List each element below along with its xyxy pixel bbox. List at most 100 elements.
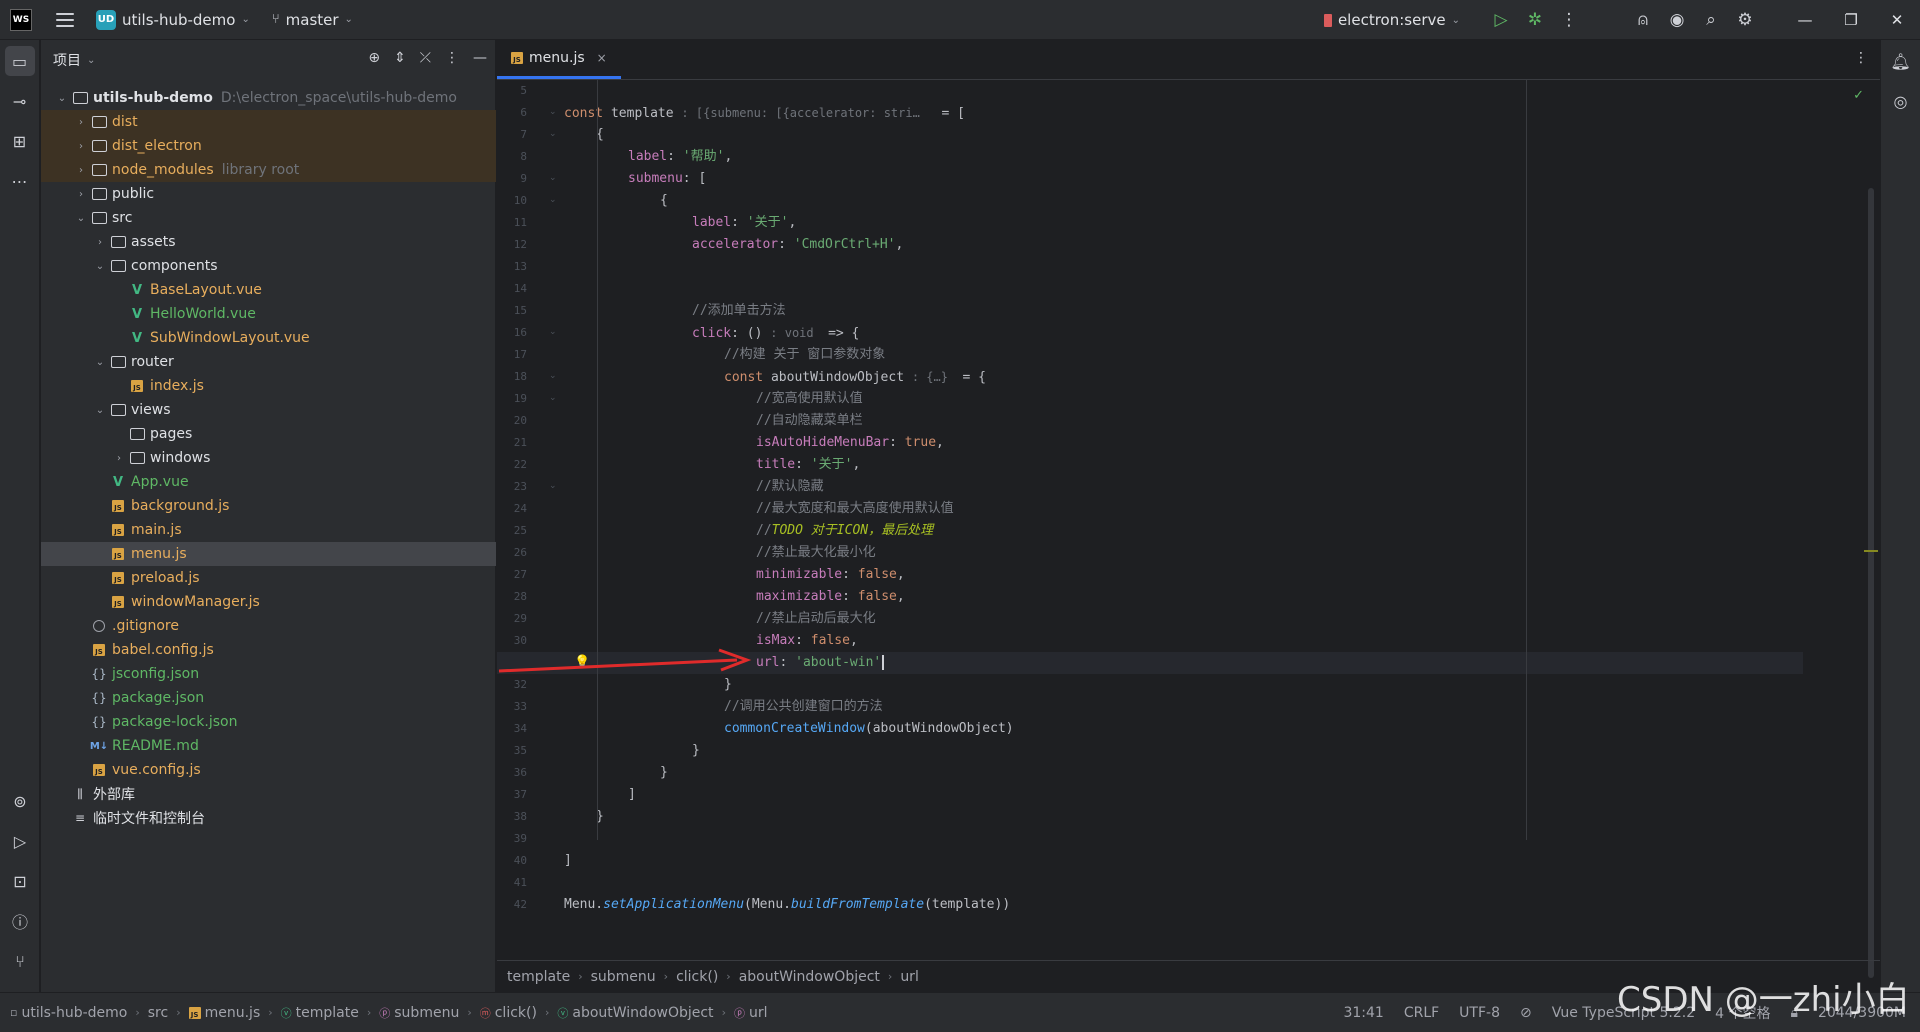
ai-chat-icon[interactable]: ◎ <box>1886 86 1916 116</box>
code-line[interactable]: //调用公共创建窗口的方法 <box>564 696 883 718</box>
fold-icon[interactable]: ⌄ <box>549 107 557 117</box>
project-tool-icon[interactable]: ▭ <box>4 46 35 76</box>
fold-icon[interactable]: ⌄ <box>549 195 557 205</box>
code-line[interactable]: //默认隐藏 <box>564 476 824 498</box>
breadcrumb-item[interactable]: aboutWindowObject <box>739 969 880 985</box>
code-line[interactable]: //TODO 对于ICON，最后处理 <box>564 520 933 542</box>
chevron-down-icon[interactable]: ⌄ <box>93 261 107 272</box>
git-tool-icon[interactable]: ⑂ <box>5 946 35 976</box>
more-tools-icon[interactable]: ⋯ <box>5 166 35 196</box>
code-line[interactable]: { <box>564 190 668 212</box>
restore-button[interactable]: ❐ <box>1828 11 1874 29</box>
breadcrumb-item[interactable]: template <box>507 969 570 985</box>
readonly-toggle-icon[interactable]: ⊘ <box>1520 1005 1532 1021</box>
hide-panel-icon[interactable]: — <box>473 50 487 66</box>
more-actions-icon[interactable]: ⋮ <box>1552 10 1586 30</box>
code-line[interactable]: isAutoHideMenuBar: true, <box>564 432 944 454</box>
tree-item[interactable]: JS index.js <box>41 374 496 398</box>
code-line[interactable]: label: '帮助', <box>564 146 732 168</box>
tree-root[interactable]: ⌄ utils-hub-demo D:\electron_space\utils… <box>41 86 496 110</box>
services-tool-icon[interactable]: ⊚ <box>5 786 35 816</box>
chevron-down-icon[interactable]: ⌄ <box>74 213 88 224</box>
project-view-selector[interactable]: 项目 ⌄ <box>53 50 95 70</box>
structure-tool-icon[interactable]: ⊞ <box>5 126 35 156</box>
status-path-item[interactable]: ⓟ submenu <box>379 1005 459 1021</box>
tree-item[interactable]: ⫼ 外部库 <box>41 782 496 806</box>
fold-icon[interactable]: ⌄ <box>549 481 557 491</box>
run-icon[interactable]: ▷ <box>1484 10 1518 30</box>
chevron-right-icon[interactable]: › <box>93 237 107 248</box>
tree-item[interactable]: JS main.js <box>41 518 496 542</box>
code-line[interactable]: //自动隐藏菜单栏 <box>564 410 863 432</box>
fold-icon[interactable]: ⌄ <box>549 173 557 183</box>
tree-item[interactable]: V App.vue <box>41 470 496 494</box>
close-tab-icon[interactable]: × <box>597 51 607 65</box>
breadcrumb-item[interactable]: click() <box>676 969 718 985</box>
fold-icon[interactable]: ⌄ <box>549 129 557 139</box>
tree-item[interactable]: › public <box>41 182 496 206</box>
vertical-scrollbar[interactable] <box>1868 188 1874 978</box>
tree-item[interactable]: {} package.json <box>41 686 496 710</box>
code-line[interactable]: title: '关于', <box>564 454 860 476</box>
tree-item[interactable]: {} package-lock.json <box>41 710 496 734</box>
commit-tool-icon[interactable]: ⊸ <box>5 86 35 116</box>
options-icon[interactable]: ⋮ <box>445 50 459 66</box>
code-line[interactable]: Menu.setApplicationMenu(Menu.buildFromTe… <box>564 894 1010 916</box>
tree-item[interactable]: › dist <box>41 110 496 134</box>
breadcrumb-item[interactable]: submenu <box>591 969 656 985</box>
tree-item[interactable]: V HelloWorld.vue <box>41 302 496 326</box>
tree-item[interactable]: V BaseLayout.vue <box>41 278 496 302</box>
code-line[interactable]: const template : [{submenu: [{accelerato… <box>564 102 965 124</box>
tree-item[interactable]: ⌄ components <box>41 254 496 278</box>
expand-all-icon[interactable]: ⇕ <box>394 50 406 66</box>
chevron-down-icon[interactable]: ⌄ <box>93 357 107 368</box>
webstorm-logo-icon[interactable]: WS <box>10 8 32 31</box>
tree-item[interactable]: pages <box>41 422 496 446</box>
search-icon[interactable]: ⌕ <box>1694 10 1728 30</box>
fold-icon[interactable]: ⌄ <box>549 371 557 381</box>
tree-item[interactable]: JS windowManager.js <box>41 590 496 614</box>
tree-item[interactable]: {} jsconfig.json <box>41 662 496 686</box>
inspection-ok-icon[interactable]: ✓ <box>1853 88 1864 103</box>
code-line[interactable]: click: () : void => { <box>564 322 859 344</box>
tree-item[interactable]: › assets <box>41 230 496 254</box>
tab-menu-js[interactable]: JS menu.js × <box>497 39 621 79</box>
code-line[interactable]: ] <box>564 784 636 806</box>
tab-options-icon[interactable]: ⋮ <box>1854 50 1868 66</box>
ai-assistant-icon[interactable]: ◉ <box>1660 10 1694 30</box>
tree-item[interactable]: › node_modules library root <box>41 158 496 182</box>
vcs-branch-widget[interactable]: ⑂ master ⌄ <box>272 11 353 29</box>
code-line[interactable]: //构建 关于 窗口参数对象 <box>564 344 885 366</box>
code-line[interactable]: label: '关于', <box>564 212 796 234</box>
status-path-item[interactable]: ⓜ click() <box>480 1005 537 1021</box>
code-line[interactable]: submenu: [ <box>564 168 706 190</box>
code-line[interactable]: accelerator: 'CmdOrCtrl+H', <box>564 234 903 256</box>
status-path-item[interactable]: src <box>148 1005 168 1021</box>
tree-item[interactable]: ⌄ src <box>41 206 496 230</box>
code-line[interactable]: minimizable: false, <box>564 564 905 586</box>
run-tool-icon[interactable]: ▷ <box>5 826 35 856</box>
tree-item[interactable]: › windows <box>41 446 496 470</box>
problems-tool-icon[interactable]: ⓘ <box>5 906 35 936</box>
line-number-gutter[interactable]: 5 6 ⌄ 7 ⌄ 8 9 ⌄ 10 ⌄ 11 12 13 14 15 16 ⌄ 17 18 ⌄ 19 ⌄ 20 21 22 23… <box>497 80 567 960</box>
status-path-item[interactable]: ⓥ aboutWindowObject <box>557 1005 713 1021</box>
collapse-all-icon[interactable]: ⤫ <box>420 50 431 66</box>
chevron-down-icon[interactable]: ⌄ <box>93 405 107 416</box>
locate-icon[interactable]: ⊕ <box>368 50 380 66</box>
terminal-tool-icon[interactable]: ⊡ <box>5 866 35 896</box>
tree-item[interactable]: JS background.js <box>41 494 496 518</box>
tree-item[interactable]: M↓ README.md <box>41 734 496 758</box>
code-line[interactable]: } <box>564 762 668 784</box>
tree-item[interactable]: JS babel.config.js <box>41 638 496 662</box>
tree-item[interactable]: JS menu.js <box>41 542 496 566</box>
line-separator[interactable]: CRLF <box>1404 1005 1439 1021</box>
status-path-item[interactable]: ▫ utils-hub-demo <box>10 1005 127 1021</box>
chevron-right-icon[interactable]: › <box>112 453 126 464</box>
settings-icon[interactable]: ⚙ <box>1728 10 1762 30</box>
code-line[interactable]: //最大宽度和最大高度使用默认值 <box>564 498 954 520</box>
status-path-item[interactable]: ⓥ template <box>281 1005 359 1021</box>
tree-item[interactable]: › dist_electron <box>41 134 496 158</box>
code-line[interactable]: maximizable: false, <box>564 586 905 608</box>
code-line[interactable]: const aboutWindowObject : {…} = { <box>564 366 986 388</box>
code-line[interactable]: ] <box>564 850 572 872</box>
